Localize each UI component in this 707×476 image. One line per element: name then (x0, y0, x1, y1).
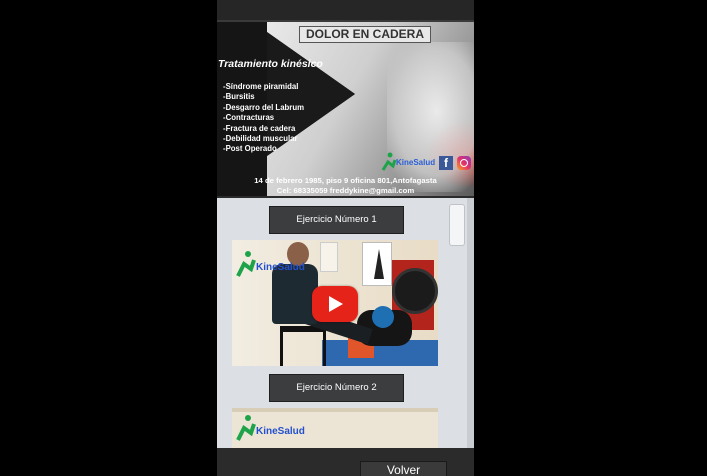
address-line: 14 de febrero 1985, piso 9 oficina 801,A… (254, 176, 437, 185)
phone-email-line: Cel: 68335059 freddykine@gmail.com (276, 186, 415, 195)
exercise-title-1: Ejercicio Número 1 (269, 206, 404, 234)
condition-item: -Desgarro del Labrum (223, 102, 305, 112)
banner-subtitle: Tratamiento kinésico (218, 58, 323, 70)
brand-name: KineSalud (256, 426, 305, 437)
scrollbar-track[interactable] (467, 198, 474, 448)
instagram-icon[interactable] (457, 156, 471, 170)
brand-name: KineSalud (396, 158, 436, 167)
runner-icon (381, 152, 397, 171)
condition-item: -Debilidad muscular (223, 134, 298, 144)
exercise-video-2[interactable]: KineSalud (232, 408, 438, 448)
runner-icon (236, 415, 256, 441)
conditions-list: -Síndrome piramidal -Bursitis -Desgarro … (223, 82, 304, 155)
kinesalud-logo: KineSalud (234, 250, 314, 280)
facebook-icon[interactable]: f (439, 156, 453, 170)
video-top-edge (232, 408, 438, 412)
scrollbar-thumb[interactable] (449, 204, 465, 246)
condition-item: -Síndrome piramidal (223, 82, 299, 91)
contact-info: 14 de febrero 1985, piso 9 oficina 801,A… (217, 176, 474, 196)
wall-frame (320, 242, 338, 272)
kinesalud-logo: KineSalud (381, 152, 441, 172)
banner-title: DOLOR EN CADERA (299, 26, 431, 43)
equipment-wheel (392, 268, 438, 314)
back-button[interactable]: Volver (360, 461, 447, 476)
app-screen: DOLOR EN CADERA Tratamiento kinésico -Sí… (217, 0, 474, 476)
condition-item: -Contracturas (223, 113, 275, 123)
condition-item: -Bursitis (223, 92, 255, 102)
status-bar (217, 0, 474, 22)
brand-name: KineSalud (256, 262, 305, 273)
kinesalud-logo: KineSalud (234, 414, 314, 444)
header-banner: DOLOR EN CADERA Tratamiento kinésico -Sí… (217, 22, 474, 196)
eiffel-poster (362, 242, 392, 286)
exercise-list[interactable]: Ejercicio Número 1 KineSalud Ejercicio N… (217, 198, 467, 448)
exercise-title-2: Ejercicio Número 2 (269, 374, 404, 402)
chair (280, 326, 326, 366)
exercise-ball (372, 306, 394, 328)
runner-icon (236, 251, 256, 277)
play-icon[interactable] (312, 286, 358, 322)
condition-item: -Fractura de cadera (223, 123, 296, 133)
condition-item: -Post Operado (223, 144, 277, 154)
exercise-video-1[interactable]: KineSalud (232, 240, 438, 366)
